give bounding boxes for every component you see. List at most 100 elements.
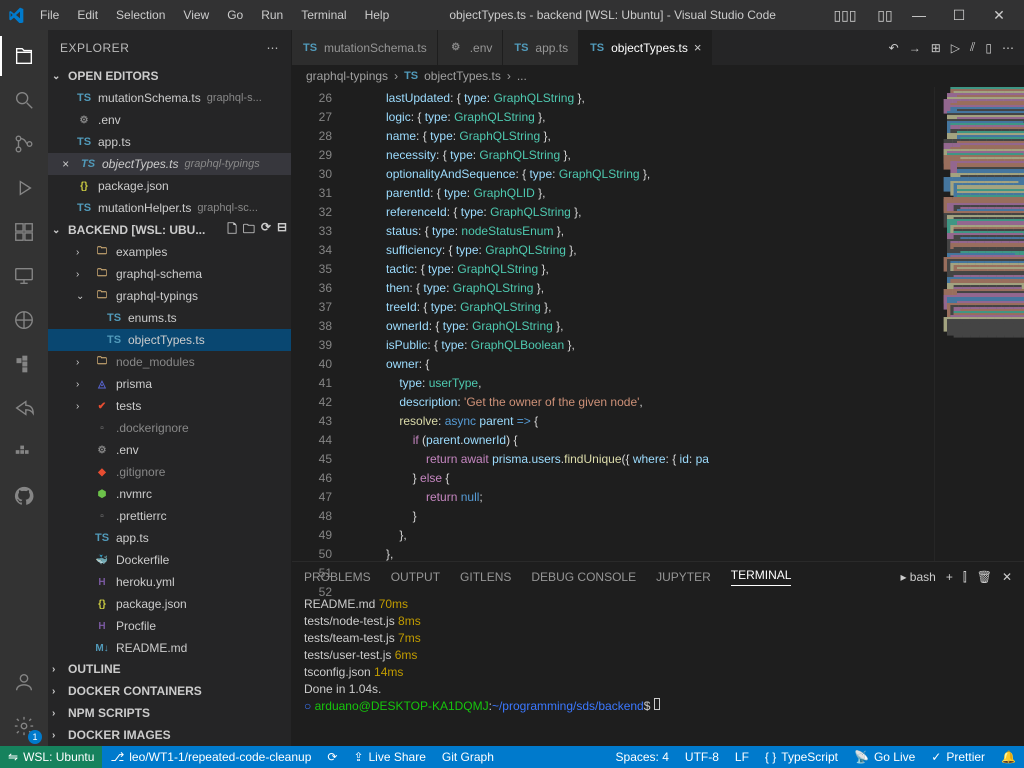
terminal-tab-jupyter[interactable]: JUPYTER [656, 570, 711, 584]
golive-indicator[interactable]: 📡Go Live [846, 746, 923, 768]
editor-tab[interactable]: TSmutationSchema.ts [292, 30, 438, 65]
branch-indicator[interactable]: ⎇leo/WT1-1/repeated-code-cleanup [102, 746, 319, 768]
gitgraph-status[interactable]: Git Graph [434, 746, 502, 768]
split-terminal-icon[interactable]: ⫿ [963, 570, 967, 585]
close-panel-icon[interactable]: ✕ [1002, 570, 1012, 584]
tree-item[interactable]: M↓README.md [48, 637, 291, 658]
breadcrumb[interactable]: graphql-typings › TS objectTypes.ts › ..… [292, 65, 1024, 87]
new-file-icon[interactable]: 🗋 [227, 220, 237, 241]
new-folder-icon[interactable]: 🗀 [243, 220, 255, 241]
tree-item[interactable]: ›🗀node_modules [48, 351, 291, 373]
section-outline[interactable]: ›OUTLINE [48, 658, 291, 680]
close-button[interactable]: ✕ [982, 7, 1016, 24]
menu-selection[interactable]: Selection [108, 4, 173, 26]
minimap[interactable]: ████████████ ███████████████████████████… [934, 87, 1024, 561]
editor-tab[interactable]: TSapp.ts [503, 30, 579, 65]
close-icon[interactable]: × [694, 40, 702, 55]
workspace-header[interactable]: ⌄ BACKEND [WSL: UBU... 🗋 🗀 ⟳ ⊟ [48, 219, 291, 241]
tab-action-icon[interactable]: ▷ [951, 41, 960, 55]
tree-item[interactable]: ›🗀examples [48, 241, 291, 263]
section-docker-images[interactable]: ›DOCKER IMAGES [48, 724, 291, 746]
remote-explorer-icon[interactable] [0, 256, 48, 296]
spaces-indicator[interactable]: Spaces: 4 [608, 746, 677, 768]
tab-action-icon[interactable]: → [909, 41, 921, 55]
share-icon[interactable] [0, 388, 48, 428]
tree-item[interactable]: ›✔tests [48, 395, 291, 417]
tab-action-icon[interactable]: ▯ [985, 41, 992, 55]
prettier-indicator[interactable]: ✓Prettier [923, 746, 993, 768]
code-editor[interactable]: lastUpdated: { type: GraphQLString }, lo… [346, 87, 934, 561]
terminal-tab-terminal[interactable]: TERMINAL [731, 568, 792, 586]
open-editor-item[interactable]: {}package.json [48, 175, 291, 197]
tab-action-icon[interactable]: ⫽ [970, 40, 975, 55]
refresh-icon[interactable]: ⟳ [261, 220, 271, 241]
remote-indicator[interactable]: ⇋WSL: Ubuntu [0, 746, 102, 768]
sync-indicator[interactable]: ⟳ [319, 746, 345, 768]
more-icon[interactable]: ⋯ [267, 41, 280, 55]
maximize-button[interactable]: ☐ [942, 7, 976, 24]
tree-item[interactable]: TSobjectTypes.ts [48, 329, 291, 351]
menu-view[interactable]: View [175, 4, 217, 26]
tree-item[interactable]: ◆.gitignore [48, 461, 291, 483]
source-control-icon[interactable] [0, 124, 48, 164]
menu-help[interactable]: Help [357, 4, 398, 26]
minimize-button[interactable]: — [902, 7, 936, 23]
extensions-icon[interactable] [0, 212, 48, 252]
tree-item[interactable]: ▫.prettierrc [48, 505, 291, 527]
settings-icon[interactable]: 1 [0, 706, 48, 746]
tree-item[interactable]: TSapp.ts [48, 527, 291, 549]
menu-file[interactable]: File [32, 4, 67, 26]
language-indicator[interactable]: { }TypeScript [757, 746, 846, 768]
layout-icon[interactable]: ▯▯▯ [828, 7, 862, 24]
open-editor-item[interactable]: TSmutationSchema.tsgraphql-s... [48, 87, 291, 109]
open-editor-item[interactable]: TSmutationHelper.tsgraphql-sc... [48, 197, 291, 219]
kill-terminal-icon[interactable]: 🗑 [977, 570, 992, 584]
close-icon[interactable]: × [62, 157, 74, 171]
open-editors-header[interactable]: ⌄ OPEN EDITORS [48, 65, 291, 87]
github-icon[interactable] [0, 476, 48, 516]
terminal-tab-gitlens[interactable]: GITLENS [460, 570, 511, 584]
section-npm-scripts[interactable]: ›NPM SCRIPTS [48, 702, 291, 724]
liveshare-icon[interactable] [0, 300, 48, 340]
open-editor-item[interactable]: ×TSobjectTypes.tsgraphql-typings [48, 153, 291, 175]
tree-item[interactable]: Hheroku.yml [48, 571, 291, 593]
tab-action-icon[interactable]: ↶ [889, 41, 899, 55]
notifications-icon[interactable]: 🔔 [993, 746, 1024, 768]
open-editor-item[interactable]: TSapp.ts [48, 131, 291, 153]
debug-icon[interactable] [0, 168, 48, 208]
tree-item[interactable]: ⚙.env [48, 439, 291, 461]
tree-item[interactable]: 🐳Dockerfile [48, 549, 291, 571]
tree-item[interactable]: {}package.json [48, 593, 291, 615]
tab-action-icon[interactable]: ⋯ [1002, 41, 1014, 55]
new-terminal-icon[interactable]: + [946, 570, 953, 584]
tree-item[interactable]: ›🗀graphql-schema [48, 263, 291, 285]
open-editor-item[interactable]: ⚙.env [48, 109, 291, 131]
menu-run[interactable]: Run [253, 4, 291, 26]
eol-indicator[interactable]: LF [727, 746, 757, 768]
tree-item[interactable]: ›◬prisma [48, 373, 291, 395]
terminal-body[interactable]: README.md 70mstests/node-test.js 8mstest… [292, 592, 1024, 746]
encoding-indicator[interactable]: UTF-8 [677, 746, 727, 768]
tree-item[interactable]: HProcfile [48, 615, 291, 637]
tree-item[interactable]: ▫.dockerignore [48, 417, 291, 439]
terminal-tab-output[interactable]: OUTPUT [391, 570, 440, 584]
editor-tab[interactable]: TSobjectTypes.ts× [579, 30, 712, 65]
menu-edit[interactable]: Edit [69, 4, 106, 26]
terminal-tab-debug-console[interactable]: DEBUG CONSOLE [531, 570, 636, 584]
explorer-icon[interactable] [0, 36, 48, 76]
tree-item[interactable]: ⌄🗀graphql-typings [48, 285, 291, 307]
tab-action-icon[interactable]: ⊞ [931, 41, 941, 55]
section-docker-containers[interactable]: ›DOCKER CONTAINERS [48, 680, 291, 702]
menu-go[interactable]: Go [219, 4, 251, 26]
layout-icon[interactable]: ▯▯ [868, 7, 902, 24]
shell-select[interactable]: ▸ bash [900, 570, 935, 584]
terraform-icon[interactable] [0, 344, 48, 384]
menu-terminal[interactable]: Terminal [293, 4, 354, 26]
collapse-icon[interactable]: ⊟ [277, 220, 287, 241]
liveshare-status[interactable]: ⇪Live Share [345, 746, 433, 768]
tree-item[interactable]: ⬢.nvmrc [48, 483, 291, 505]
search-icon[interactable] [0, 80, 48, 120]
accounts-icon[interactable] [0, 662, 48, 702]
docker-icon[interactable] [0, 432, 48, 472]
editor-tab[interactable]: ⚙.env [438, 30, 504, 65]
